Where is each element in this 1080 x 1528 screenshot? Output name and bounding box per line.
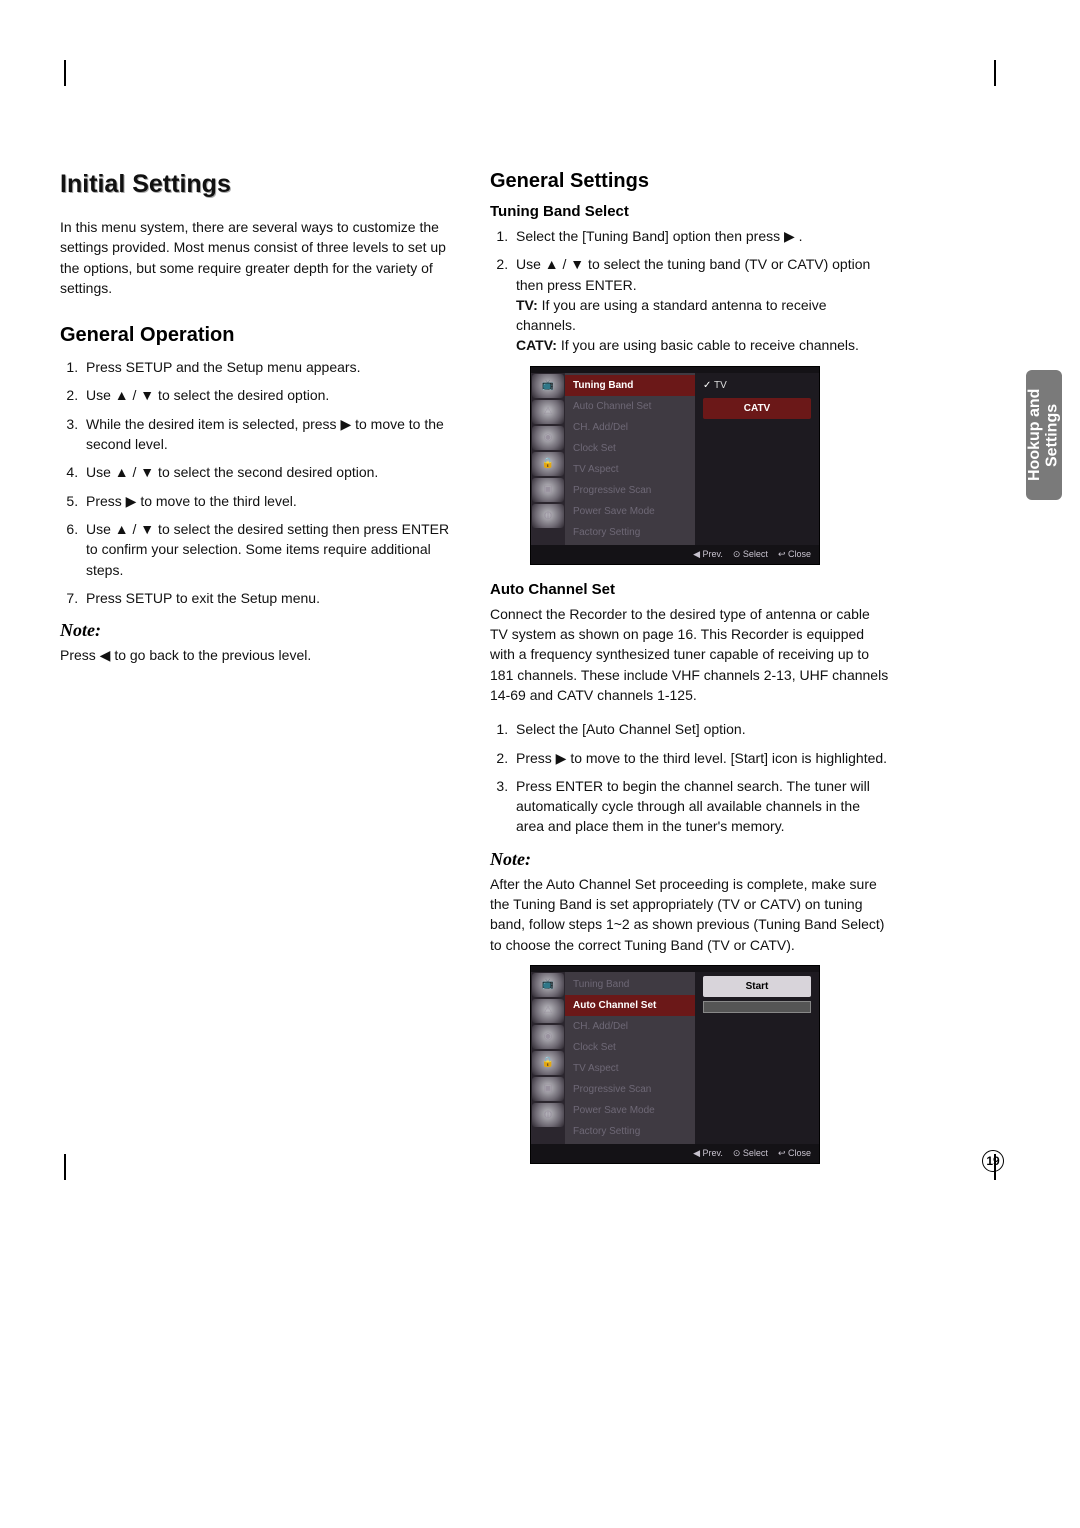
right-column: General Settings Tuning Band Select Sele…	[490, 170, 890, 1180]
hint-close: ↩ Close	[778, 549, 811, 560]
warning-icon: ⚠	[532, 400, 564, 424]
tv-icon: 📺	[532, 973, 564, 997]
menu-item: TV Aspect	[565, 1058, 695, 1079]
menu-item: Progressive Scan	[565, 1079, 695, 1100]
option-catv: CATV	[703, 398, 811, 419]
tv-icon: 📺	[532, 374, 564, 398]
menu-item: Clock Set	[565, 438, 695, 459]
start-button: Start	[703, 976, 811, 997]
note-heading: Note:	[60, 620, 460, 641]
step: Select the [Auto Channel Set] option.	[512, 719, 890, 739]
section-tab-label: Hookup and Settings	[1026, 370, 1061, 500]
disc-icon: ▣	[532, 1077, 564, 1101]
globe-icon: ◍	[532, 1103, 564, 1127]
tv-label: TV:	[516, 297, 538, 313]
menu-item: Factory Setting	[565, 1121, 695, 1142]
step: Press SETUP and the Setup menu appears.	[82, 357, 460, 377]
note-text: After the Auto Channel Set proceeding is…	[490, 874, 890, 955]
menu-item: Auto Channel Set	[565, 396, 695, 417]
step: Press ENTER to begin the channel search.…	[512, 776, 890, 837]
left-column: Initial Settings In this menu system, th…	[60, 170, 460, 1180]
warning-icon: ⚠	[532, 999, 564, 1023]
option-tv: TV	[695, 375, 819, 396]
section-tab: Hookup and Settings	[1026, 370, 1062, 500]
lock-icon: 🔒	[532, 452, 564, 476]
menu-item: TV Aspect	[565, 459, 695, 480]
menu-item: Factory Setting	[565, 522, 695, 543]
note-text: Press ◀ to go back to the previous level…	[60, 645, 460, 665]
tuning-band-heading: Tuning Band Select	[490, 203, 890, 220]
general-settings-heading: General Settings	[490, 170, 890, 193]
general-operation-heading: General Operation	[60, 324, 460, 347]
intro-text: In this menu system, there are several w…	[60, 217, 460, 298]
crop-mark	[40, 1154, 66, 1180]
audio-icon: ◉	[532, 1025, 564, 1049]
menu-item: CH. Add/Del	[565, 417, 695, 438]
auto-channel-heading: Auto Channel Set	[490, 581, 890, 598]
page-title: Initial Settings	[60, 170, 460, 199]
hint-prev: ◀ Prev.	[693, 549, 723, 560]
step: Press ▶ to move to the third level. [Sta…	[512, 748, 890, 768]
step: Use ▲ / ▼ to select the second desired o…	[82, 462, 460, 482]
hint-close: ↩ Close	[778, 1148, 811, 1159]
globe-icon: ◍	[532, 504, 564, 528]
hint-select: ⊙ Select	[733, 1148, 768, 1159]
menu-item: Progressive Scan	[565, 480, 695, 501]
step: Press SETUP to exit the Setup menu.	[82, 588, 460, 608]
step: Use ▲ / ▼ to select the tuning band (TV …	[512, 254, 890, 355]
menu-item: Power Save Mode	[565, 501, 695, 522]
menu-item: CH. Add/Del	[565, 1016, 695, 1037]
crop-mark	[994, 60, 1020, 86]
menu-item: Tuning Band	[565, 375, 695, 396]
step: Press ▶ to move to the third level.	[82, 491, 460, 511]
step: While the desired item is selected, pres…	[82, 414, 460, 455]
note-heading: Note:	[490, 849, 890, 870]
disc-icon: ▣	[532, 478, 564, 502]
general-operation-steps: Press SETUP and the Setup menu appears. …	[82, 357, 460, 608]
progress-bar	[703, 1001, 811, 1013]
hint-select: ⊙ Select	[733, 549, 768, 560]
step: Select the [Tuning Band] option then pre…	[512, 226, 890, 246]
menu-item: Tuning Band	[565, 974, 695, 995]
auto-channel-intro: Connect the Recorder to the desired type…	[490, 604, 890, 705]
menu-item: Power Save Mode	[565, 1100, 695, 1121]
page-number: 19	[982, 1150, 1004, 1172]
crop-mark	[40, 60, 66, 86]
step: Use ▲ / ▼ to select the desired setting …	[82, 519, 460, 580]
audio-icon: ◉	[532, 426, 564, 450]
catv-label: CATV:	[516, 337, 557, 353]
osd-screenshot-tuning-band: 📺 ⚠ ◉ 🔒 ▣ ◍ Tuning Band Auto Channel Set…	[530, 366, 820, 565]
menu-item: Auto Channel Set	[565, 995, 695, 1016]
auto-channel-steps: Select the [Auto Channel Set] option. Pr…	[512, 719, 890, 836]
hint-prev: ◀ Prev.	[693, 1148, 723, 1159]
menu-item: Clock Set	[565, 1037, 695, 1058]
lock-icon: 🔒	[532, 1051, 564, 1075]
tuning-band-steps: Select the [Tuning Band] option then pre…	[512, 226, 890, 356]
step: Use ▲ / ▼ to select the desired option.	[82, 385, 460, 405]
osd-screenshot-auto-channel: 📺 ⚠ ◉ 🔒 ▣ ◍ Tuning Band Auto Channel Set…	[530, 965, 820, 1164]
